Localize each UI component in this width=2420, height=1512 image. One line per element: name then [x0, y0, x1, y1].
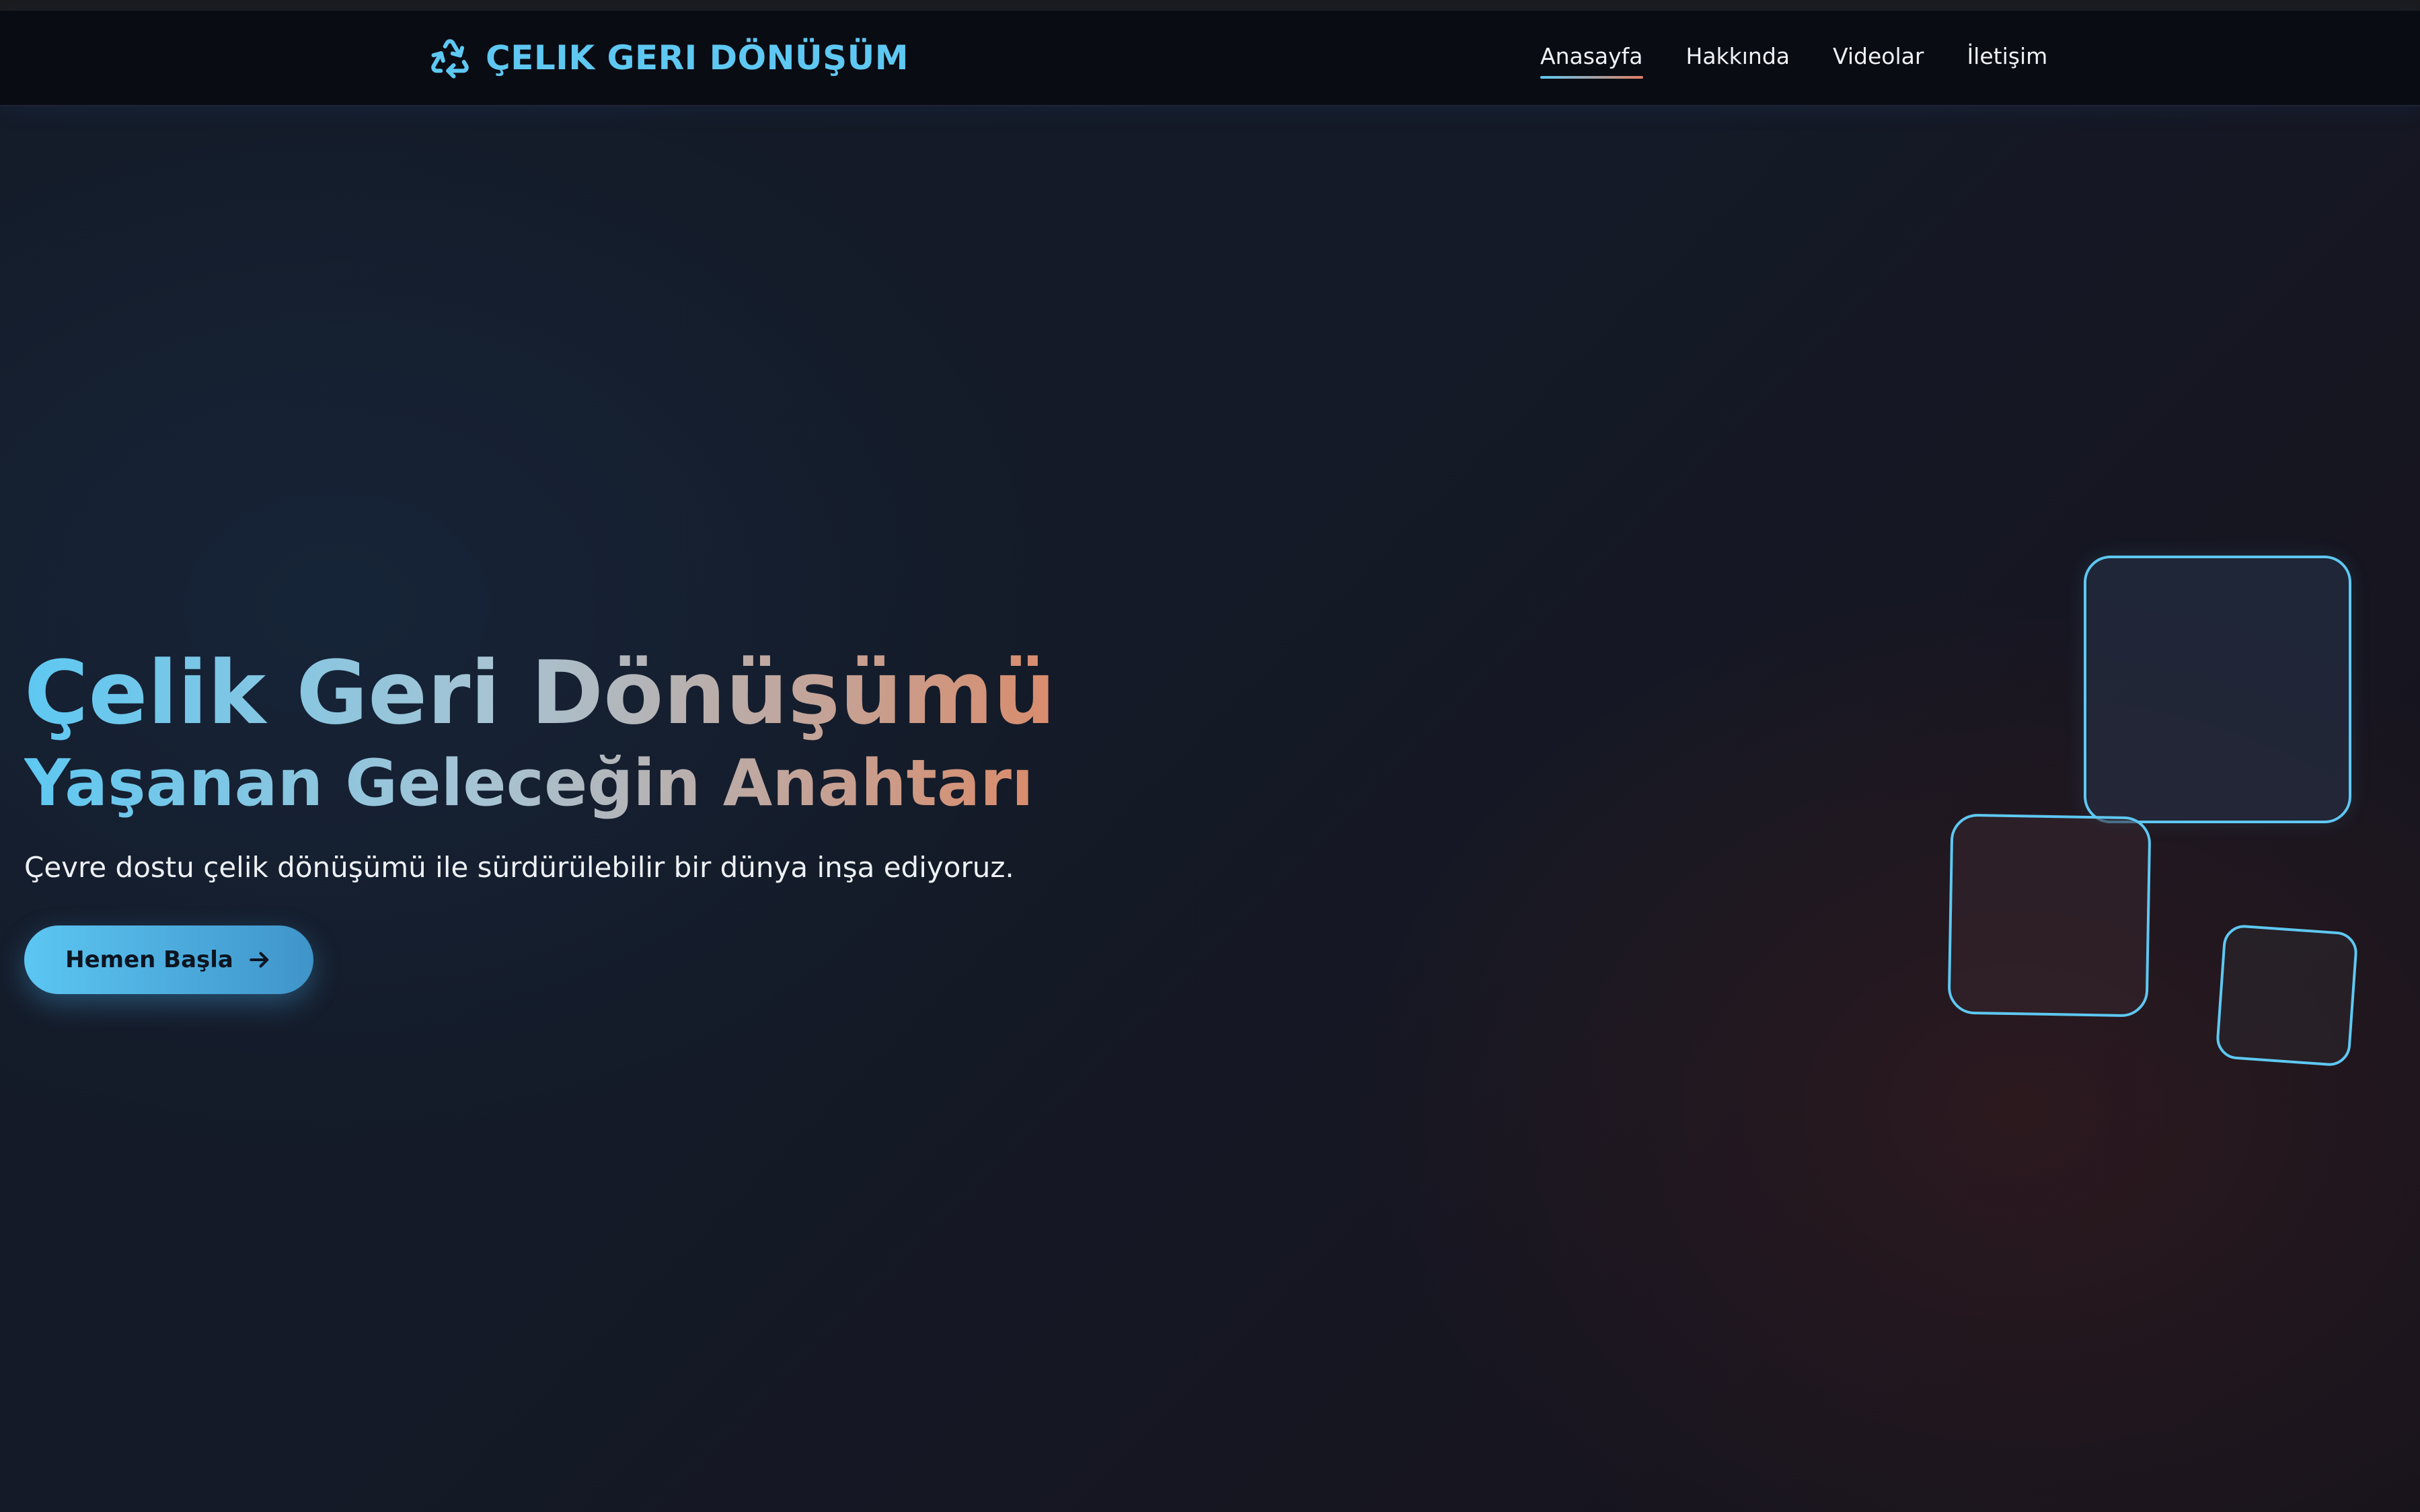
navbar: ÇELIK GERI DÖNÜŞÜM Anasayfa Hakkında Vid…	[0, 11, 2420, 106]
browser-top-strip	[0, 0, 2420, 11]
page: ÇELIK GERI DÖNÜŞÜM Anasayfa Hakkında Vid…	[0, 0, 2420, 1512]
hero-title: Çelik Geri Dönüşümü	[24, 642, 1056, 744]
get-started-label: Hemen Başla	[65, 946, 233, 973]
hero-description: Çevre dostu çelik dönüşümü ile sürdürüle…	[24, 851, 1014, 884]
nav-item-videolar[interactable]: Videolar	[1833, 43, 1924, 79]
nav-item-iletisim[interactable]: İletişim	[1967, 43, 2047, 79]
decorative-square-large	[2084, 556, 2351, 823]
decorative-square-medium	[1947, 813, 2152, 1018]
hero-section: Çelik Geri Dönüşümü Yaşanan Geleceğin An…	[24, 642, 1055, 994]
get-started-button[interactable]: Hemen Başla	[24, 925, 313, 994]
hero-subtitle: Yaşanan Geleceğin Anahtarı	[24, 743, 1034, 824]
nav-item-anasayfa[interactable]: Anasayfa	[1540, 43, 1643, 79]
arrow-right-icon	[250, 952, 269, 968]
recycle-icon	[431, 39, 469, 79]
brand-logo-link[interactable]: ÇELIK GERI DÖNÜŞÜM	[428, 32, 909, 83]
nav-item-hakkinda[interactable]: Hakkında	[1686, 43, 1790, 79]
decorative-square-small	[2215, 923, 2359, 1067]
brand-name: ÇELIK GERI DÖNÜŞÜM	[486, 38, 909, 77]
main-nav: Anasayfa Hakkında Videolar İletişim	[1540, 43, 2047, 79]
